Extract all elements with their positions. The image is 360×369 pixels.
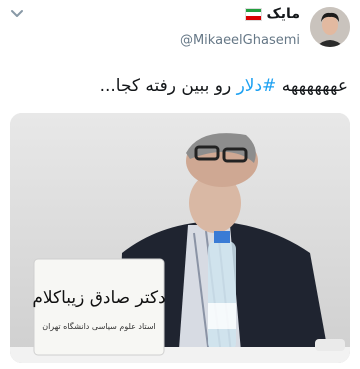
author-names: مایک @MikaeelGhasemi	[180, 4, 300, 50]
chevron-down-icon[interactable]	[10, 8, 24, 20]
tweet-photo[interactable]: دکتر صادق زیباکلام استاد علوم سیاسی دانش…	[10, 113, 350, 363]
avatar-image	[310, 7, 350, 47]
placard-subtitle: استاد علوم سیاسی دانشگاه تهران	[42, 321, 156, 331]
author-handle[interactable]: @MikaeelGhasemi	[180, 32, 300, 50]
hashtag-link[interactable]: #دلار	[237, 76, 277, 96]
display-name-row[interactable]: مایک	[180, 4, 300, 24]
tweet-text-part: رو ببین رفته کجا...	[99, 76, 237, 96]
author-display-name[interactable]: مایک	[266, 4, 300, 24]
tweet-text-part: عههههههه	[276, 76, 348, 96]
iran-flag-icon	[245, 7, 263, 21]
photo-content: دکتر صادق زیباکلام استاد علوم سیاسی دانش…	[10, 113, 350, 363]
avatar[interactable]	[310, 7, 350, 47]
tweet-header: مایک @MikaeelGhasemi	[180, 4, 350, 50]
placard-name: دکتر صادق زیباکلام	[32, 288, 165, 308]
tweet-text: عههههههه #دلار رو ببین رفته کجا...	[12, 74, 348, 98]
